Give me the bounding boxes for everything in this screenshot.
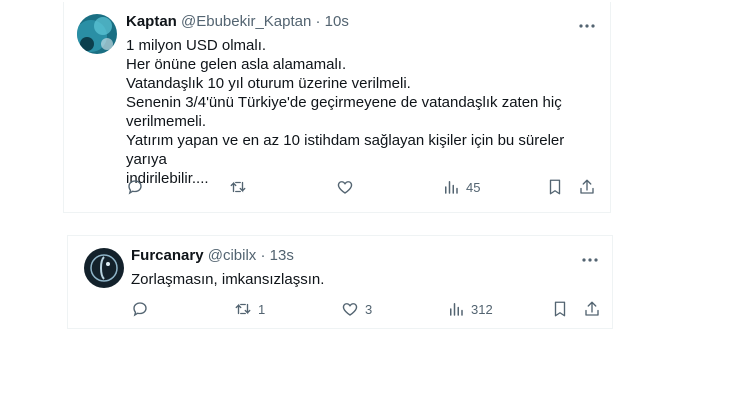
more-dots-icon bbox=[582, 258, 598, 262]
display-name[interactable]: Furcanary bbox=[131, 247, 204, 264]
views-chart-icon bbox=[450, 303, 463, 316]
tweet-text-line: verilmemeli. bbox=[126, 113, 207, 130]
tweet-card[interactable]: Furcanary @cibilx · 13s Zorlaşmasın, imk… bbox=[67, 235, 613, 329]
heart-icon bbox=[342, 303, 358, 316]
share-button[interactable] bbox=[583, 298, 601, 320]
user-handle[interactable]: @Ebubekir_Kaptan bbox=[181, 13, 311, 30]
views-count: 312 bbox=[471, 301, 493, 317]
retweet-count: 1 bbox=[258, 301, 266, 317]
more-dots-icon bbox=[579, 24, 595, 28]
tweet-text-line: 1 milyon USD olmalı. bbox=[126, 37, 267, 54]
tweet-actions: 45 bbox=[126, 176, 602, 198]
avatar[interactable] bbox=[77, 14, 117, 54]
reply-icon bbox=[133, 302, 147, 317]
like-button[interactable]: 3 bbox=[341, 298, 372, 320]
tweet-text-line: Senenin 3/4'ünü Türkiye'de geçirmeyene d… bbox=[126, 94, 562, 111]
reply-button[interactable] bbox=[126, 176, 150, 198]
user-handle[interactable]: @cibilx bbox=[208, 247, 257, 264]
tweet-text-line: Zorlaşmasın, imkansızlaşsın. bbox=[131, 271, 325, 288]
bookmark-button[interactable] bbox=[546, 176, 564, 198]
reply-icon bbox=[128, 180, 142, 195]
retweet-button[interactable] bbox=[229, 176, 253, 198]
tweet-text-line: Vatandaşlık 10 yıl oturum üzerine verilm… bbox=[126, 75, 411, 92]
like-button[interactable] bbox=[336, 176, 360, 198]
display-name[interactable]: Kaptan bbox=[126, 13, 177, 30]
more-options-button[interactable] bbox=[578, 16, 596, 28]
tweet-text: 1 milyon USD olmalı. Her önüne gelen asl… bbox=[126, 36, 586, 188]
views-button[interactable]: 45 bbox=[442, 176, 480, 198]
retweet-icon bbox=[230, 181, 246, 193]
views-chart-icon bbox=[445, 181, 458, 194]
heart-icon bbox=[337, 181, 353, 194]
tweet-actions: 1 3 312 bbox=[131, 298, 607, 320]
tweet-text: Zorlaşmasın, imkansızlaşsın. bbox=[131, 270, 591, 289]
tweet-text-line: Her önüne gelen asla alamamalı. bbox=[126, 56, 347, 73]
share-icon bbox=[580, 179, 594, 194]
bookmark-button[interactable] bbox=[551, 298, 569, 320]
bookmark-icon bbox=[549, 179, 561, 195]
avatar-image bbox=[84, 248, 124, 288]
more-options-button[interactable] bbox=[581, 250, 599, 262]
avatar-image bbox=[77, 14, 117, 54]
tweet-header: Furcanary @cibilx · 13s bbox=[131, 246, 294, 266]
avatar[interactable] bbox=[84, 248, 124, 288]
separator-dot: · bbox=[260, 247, 266, 264]
timestamp[interactable]: 10s bbox=[325, 13, 349, 30]
tweet-header: Kaptan @Ebubekir_Kaptan · 10s bbox=[126, 12, 349, 32]
tweet-text-line: Yatırım yapan ve en az 10 istihdam sağla… bbox=[126, 132, 565, 168]
separator-dot: · bbox=[315, 13, 321, 30]
reply-button[interactable] bbox=[131, 298, 155, 320]
timestamp[interactable]: 13s bbox=[270, 247, 294, 264]
bookmark-icon bbox=[554, 301, 566, 317]
like-count: 3 bbox=[365, 301, 373, 317]
retweet-icon bbox=[235, 303, 251, 315]
views-count: 45 bbox=[466, 179, 481, 195]
share-button[interactable] bbox=[578, 176, 596, 198]
views-button[interactable]: 312 bbox=[447, 298, 493, 320]
tweet-card[interactable]: Kaptan @Ebubekir_Kaptan · 10s 1 milyon U… bbox=[63, 2, 611, 213]
share-icon bbox=[585, 301, 599, 316]
retweet-button[interactable]: 1 bbox=[234, 298, 265, 320]
